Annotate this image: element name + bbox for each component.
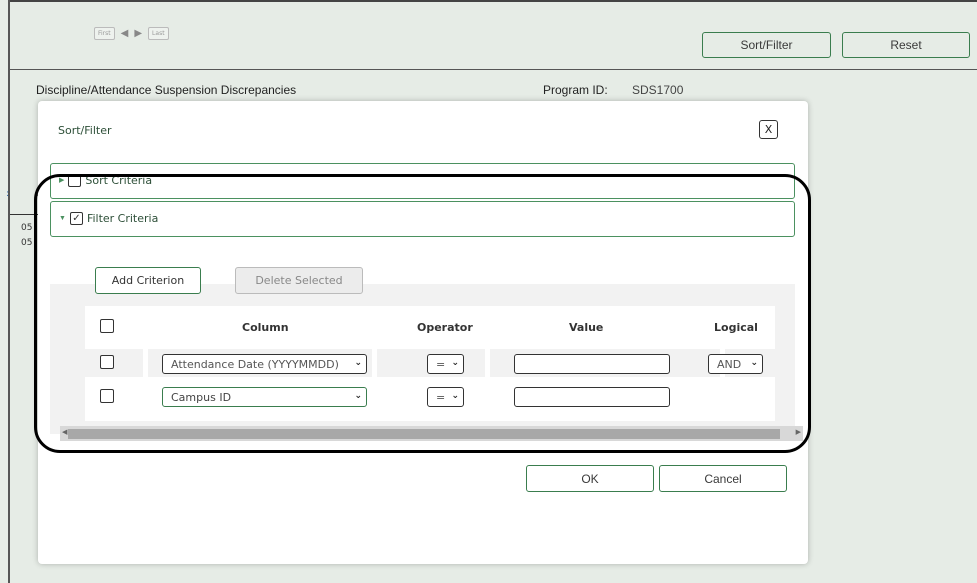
chevron-down-icon: ⌄	[354, 391, 362, 401]
operator-select[interactable]: = ⌄	[427, 387, 464, 407]
page-title: Discipline/Attendance Suspension Discrep…	[36, 83, 297, 97]
chevron-down-icon: ⌄	[451, 391, 459, 401]
scroll-right-icon[interactable]: ▶	[796, 428, 801, 436]
prev-page-icon[interactable]: ◀	[121, 28, 129, 39]
last-page-button[interactable]: Last	[148, 27, 169, 40]
filter-criteria-header[interactable]: ▼ ✓ Filter Criteria	[59, 212, 158, 225]
delete-selected-button[interactable]: Delete Selected	[235, 267, 363, 294]
column-header-logical: Logical	[714, 321, 758, 334]
column-header-column: Column	[242, 321, 289, 334]
next-page-icon[interactable]: ▶	[134, 28, 142, 39]
background-divider	[10, 214, 40, 215]
operator-select-value: =	[436, 357, 446, 371]
reset-button[interactable]: Reset	[842, 32, 970, 58]
column-header-operator: Operator	[417, 321, 473, 334]
column-select-value: Campus ID	[171, 390, 232, 404]
program-id-value: SDS1700	[632, 83, 684, 97]
column-header-value: Value	[569, 321, 604, 334]
window-left-border	[8, 0, 10, 583]
scrollbar-thumb[interactable]	[68, 429, 780, 439]
chevron-down-icon: ⌄	[750, 358, 758, 368]
expand-caret-icon[interactable]: ▶	[59, 177, 64, 185]
sort-criteria-section: ▶ Sort Criteria	[50, 163, 795, 199]
operator-select[interactable]: = ⌄	[427, 354, 464, 374]
toolbar-divider	[10, 69, 977, 70]
cell-divider	[372, 349, 377, 377]
scroll-left-icon[interactable]: ◀	[62, 428, 67, 436]
chevron-down-icon: ⌄	[451, 358, 459, 368]
close-button[interactable]: X	[759, 120, 778, 139]
add-criterion-button[interactable]: Add Criterion	[95, 267, 201, 294]
select-all-checkbox[interactable]	[100, 319, 114, 333]
sort-criteria-checkbox[interactable]	[68, 174, 82, 187]
sort-criteria-header[interactable]: ▶ Sort Criteria	[59, 174, 152, 187]
dialog-title: Sort/Filter	[58, 124, 112, 137]
cell-divider	[485, 349, 490, 377]
program-id-label: Program ID:	[543, 83, 608, 97]
collapse-caret-icon[interactable]: ▼	[59, 215, 66, 223]
value-input[interactable]	[514, 354, 670, 374]
cell-divider	[143, 349, 148, 377]
horizontal-scrollbar[interactable]: ◀ ▶	[60, 426, 803, 441]
sort-criteria-label: Sort Criteria	[85, 174, 153, 187]
row-select-checkbox[interactable]	[100, 355, 114, 369]
first-page-button[interactable]: First	[94, 27, 115, 40]
sort-filter-button[interactable]: Sort/Filter	[702, 32, 831, 58]
pager: First ◀ ▶ Last	[94, 27, 169, 40]
filter-criteria-label: Filter Criteria	[86, 212, 159, 225]
chevron-down-icon: ⌄	[354, 358, 362, 368]
logical-select[interactable]: AND ⌄	[708, 354, 763, 374]
filter-criteria-checkbox[interactable]: ✓	[69, 212, 83, 225]
row-select-checkbox[interactable]	[100, 389, 114, 403]
cancel-button[interactable]: Cancel	[659, 465, 787, 492]
ok-button[interactable]: OK	[526, 465, 654, 492]
value-input[interactable]	[514, 387, 670, 407]
sort-filter-dialog: Sort/Filter X ▶ Sort Criteria ▼ ✓ Filter…	[38, 101, 808, 564]
logical-select-value: AND	[717, 357, 742, 371]
operator-select-value: =	[436, 390, 446, 404]
background-row-text: 05	[21, 223, 33, 233]
column-select-value: Attendance Date (YYYYMMDD)	[171, 357, 339, 371]
column-select[interactable]: Attendance Date (YYYYMMDD) ⌄	[162, 354, 367, 374]
background-mark: :	[6, 189, 10, 199]
window-top-border	[8, 0, 977, 2]
filter-criteria-section: ▼ ✓ Filter Criteria	[50, 201, 795, 237]
column-select[interactable]: Campus ID ⌄	[162, 387, 367, 407]
background-row-text: 05	[21, 238, 33, 248]
